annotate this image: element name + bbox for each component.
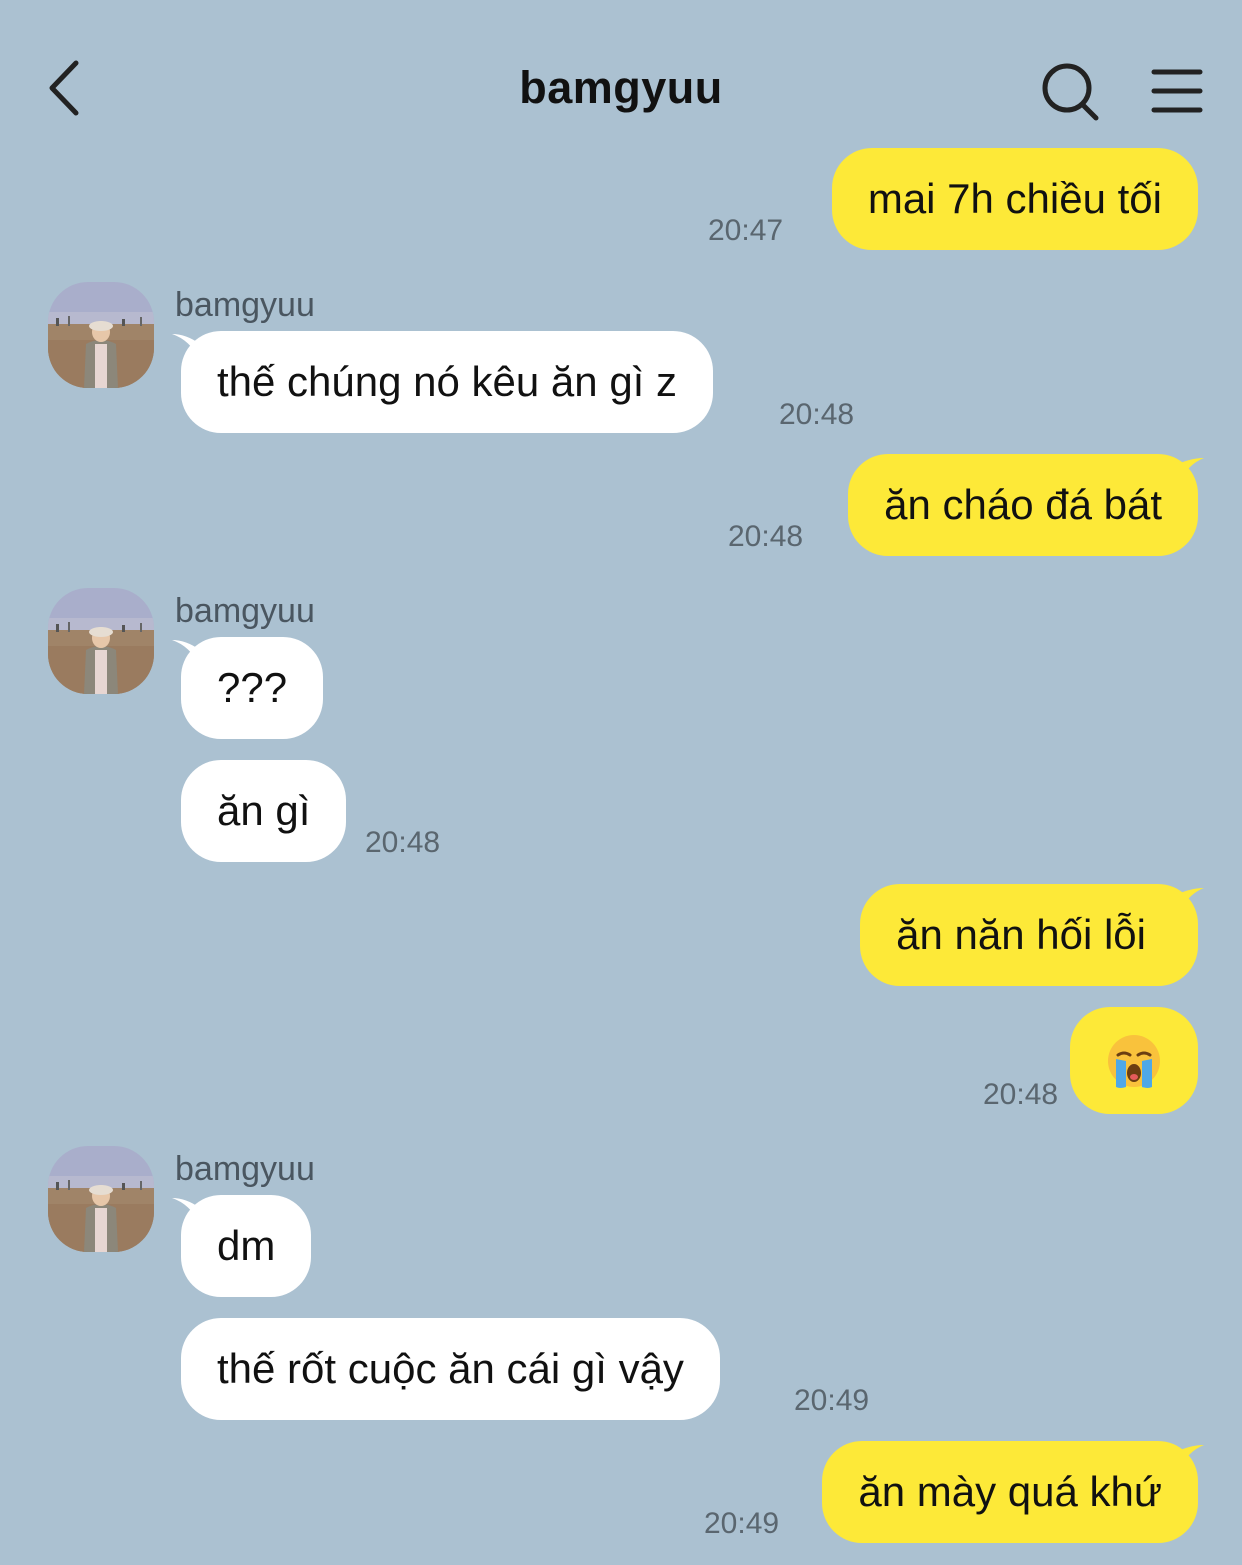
hamburger-menu-icon <box>1151 69 1203 113</box>
sender-name: bamgyuu <box>175 286 315 324</box>
search-icon <box>1042 63 1099 121</box>
message-text: ăn năn hối lỗi <box>896 911 1146 958</box>
message-timestamp: 20:49 <box>794 1384 870 1417</box>
incoming-message-bubble[interactable]: ??? <box>181 637 324 739</box>
message-timestamp: 20:48 <box>983 1078 1059 1111</box>
incoming-message-bubble[interactable]: dm <box>181 1195 312 1297</box>
message-text: dm <box>217 1222 276 1269</box>
menu-button[interactable] <box>1146 62 1208 122</box>
avatar[interactable] <box>48 588 154 694</box>
message-text: ăn cháo đá bát <box>884 481 1162 528</box>
avatar[interactable] <box>48 1146 154 1252</box>
message-text: ăn gì <box>217 787 311 834</box>
outgoing-message-bubble[interactable]: ăn cháo đá bát <box>848 454 1198 556</box>
outgoing-emoji-bubble[interactable] <box>1070 1007 1198 1114</box>
message-timestamp: 20:47 <box>708 214 784 247</box>
outgoing-message-bubble[interactable]: mai 7h chiều tối <box>831 148 1198 250</box>
loudly-crying-face-emoji <box>1108 1034 1160 1088</box>
message-text: ??? <box>217 664 288 711</box>
avatar[interactable] <box>48 282 154 388</box>
search-button[interactable] <box>1036 58 1106 128</box>
message-text: thế chúng nó kêu ăn gì z <box>217 358 678 405</box>
message-timestamp: 20:49 <box>704 1507 780 1540</box>
sender-name: bamgyuu <box>175 592 315 630</box>
message-timestamp: 20:48 <box>779 398 855 431</box>
message-timestamp: 20:48 <box>365 826 441 859</box>
message-text: thế rốt cuộc ăn cái gì vậy <box>217 1345 684 1392</box>
incoming-message-bubble[interactable]: thế chúng nó kêu ăn gì z <box>181 331 714 433</box>
message-text: mai 7h chiều tối <box>867 175 1162 222</box>
message-text: ăn mày quá khứ <box>858 1468 1162 1515</box>
outgoing-message-bubble[interactable]: ăn mày quá khứ <box>822 1441 1198 1543</box>
incoming-message-bubble[interactable]: ăn gì <box>181 760 347 862</box>
message-timestamp: 20:48 <box>728 520 804 553</box>
incoming-message-bubble[interactable]: thế rốt cuộc ăn cái gì vậy <box>181 1318 720 1420</box>
sender-name: bamgyuu <box>175 1150 315 1188</box>
chat-header: bamgyuu <box>0 0 1242 150</box>
outgoing-message-bubble[interactable]: ăn năn hối lỗi <box>860 884 1198 986</box>
